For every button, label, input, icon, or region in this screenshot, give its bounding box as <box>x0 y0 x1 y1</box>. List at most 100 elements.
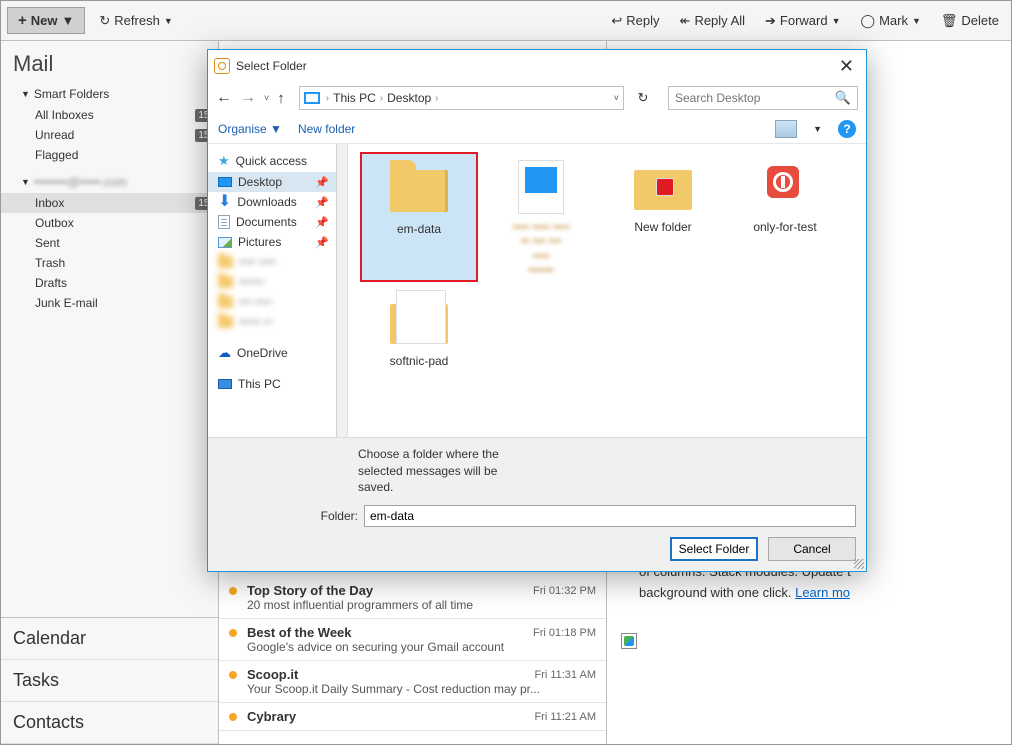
folder-icon <box>218 256 233 268</box>
sidebar-item-trash[interactable]: Trash <box>1 253 218 273</box>
list-item[interactable]: CybraryFri 11:21 AM <box>219 703 606 731</box>
learn-link[interactable]: Learn mo <box>795 585 850 600</box>
nav-blurred[interactable]: •••• •••• <box>208 252 347 272</box>
breadcrumb[interactable]: › This PC › Desktop › ˅ <box>299 86 624 110</box>
history-caret-icon[interactable]: ˅ <box>264 93 269 103</box>
list-item[interactable]: Best of the WeekGoogle's advice on secur… <box>219 619 606 661</box>
label: OneDrive <box>237 346 288 360</box>
mark-button[interactable]: ◯Mark▼ <box>855 9 927 33</box>
sidebar-item-sent[interactable]: Sent <box>1 233 218 253</box>
text: background with one click. <box>639 585 795 600</box>
refresh-icon: ↻ <box>99 13 110 29</box>
trash-icon: 🗑 <box>941 13 958 29</box>
folder-item-softnic-pad[interactable]: softnic-pad <box>360 286 478 416</box>
sidebar-item-drafts[interactable]: Drafts <box>1 273 218 293</box>
label: Trash <box>35 256 65 270</box>
up-button[interactable]: ↑ <box>277 90 285 107</box>
nav-pictures[interactable]: Pictures📌 <box>208 232 347 252</box>
view-button[interactable] <box>775 120 797 138</box>
nav-desktop[interactable]: Desktop 📌 <box>208 172 347 192</box>
label: Organise <box>218 122 267 136</box>
sidebar: Mail ▼Smart Folders All Inboxes150 Unrea… <box>1 41 219 744</box>
nav-downloads[interactable]: ⬇Downloads📌 <box>208 192 347 212</box>
item-time: Fri 11:31 AM <box>534 669 596 681</box>
unread-dot-icon <box>229 713 237 721</box>
folder-icon <box>218 316 233 328</box>
label: This PC <box>238 377 281 391</box>
reply-button[interactable]: ↩Reply <box>605 9 665 33</box>
smart-folders-header[interactable]: ▼Smart Folders <box>1 83 218 105</box>
new-folder-button[interactable]: New folder <box>298 122 355 136</box>
bottom-tab-tasks[interactable]: Tasks <box>1 660 218 702</box>
dialog-bottom: Choose a folder where the selected messa… <box>208 437 866 571</box>
folder-item-only-for-test[interactable]: only-for-test <box>726 152 844 282</box>
select-folder-dialog: Select Folder ✕ ← → ˅ ↑ › This PC › Desk… <box>207 49 867 572</box>
search-box[interactable]: 🔍 <box>668 86 858 110</box>
folder-input[interactable] <box>364 505 856 527</box>
plus-icon: + <box>18 12 27 29</box>
sidebar-item-all-inboxes[interactable]: All Inboxes150 <box>1 105 218 125</box>
sidebar-item-junk[interactable]: Junk E-mail <box>1 293 218 313</box>
caret-down-icon[interactable]: ▼ <box>813 124 822 134</box>
list-item[interactable]: Top Story of the Day20 most influential … <box>219 577 606 619</box>
caret-down-icon: ▼ <box>21 89 30 99</box>
document-icon <box>218 215 230 229</box>
sidebar-item-inbox[interactable]: Inbox150 <box>1 193 218 213</box>
nav-tree: ★Quick access Desktop 📌 ⬇Downloads📌 Docum… <box>208 144 348 437</box>
sidebar-item-unread[interactable]: Unread150 <box>1 125 218 145</box>
star-icon: ★ <box>218 153 230 169</box>
caret-down-icon: ▼ <box>21 177 30 187</box>
refresh-button[interactable]: ↻ Refresh ▼ <box>93 9 178 33</box>
help-button[interactable]: ? <box>838 120 856 138</box>
resize-handle[interactable] <box>854 559 864 569</box>
delete-button[interactable]: 🗑Delete <box>935 9 1005 33</box>
pin-icon: 📌 <box>315 196 329 209</box>
item-label: em-data <box>397 222 441 236</box>
breadcrumb-item[interactable]: Desktop <box>387 91 431 105</box>
label: •••• •••• <box>239 255 276 269</box>
refresh-button[interactable]: ↻ <box>632 90 654 106</box>
back-button[interactable]: ← <box>216 89 232 107</box>
bottom-tab-calendar[interactable]: Calendar <box>1 618 218 660</box>
nav-blurred[interactable]: ••••• •• <box>208 312 347 332</box>
folder-icon <box>634 168 692 210</box>
label: ••• •••• <box>239 295 272 309</box>
download-icon: ⬇ <box>218 197 231 207</box>
sidebar-item-outbox[interactable]: Outbox <box>1 213 218 233</box>
sidebar-item-flagged[interactable]: Flagged <box>1 145 218 165</box>
cancel-button[interactable]: Cancel <box>768 537 856 561</box>
search-icon[interactable]: 🔍 <box>835 90 851 106</box>
folder-item-new-folder[interactable]: New folder <box>604 152 722 282</box>
breadcrumb-item[interactable]: This PC <box>333 91 376 105</box>
bottom-tab-contacts[interactable]: Contacts <box>1 702 218 744</box>
folder-item-blurred[interactable]: •••• •••• •••••• ••• ••••••••••••• <box>482 152 600 282</box>
unread-dot-icon <box>229 587 237 595</box>
folder-item-em-data[interactable]: em-data <box>360 152 478 282</box>
forward-button[interactable]: → <box>240 89 256 107</box>
label: Pictures <box>238 235 281 249</box>
nav-documents[interactable]: Documents📌 <box>208 212 347 232</box>
folder-icon <box>390 170 448 212</box>
list-item[interactable]: Scoop.itYour Scoop.it Daily Summary - Co… <box>219 661 606 703</box>
select-folder-button[interactable]: Select Folder <box>670 537 758 561</box>
organise-button[interactable]: Organise ▼ <box>218 122 282 136</box>
item-preview: Your Scoop.it Daily Summary - Cost reduc… <box>247 682 596 696</box>
search-input[interactable] <box>675 91 835 105</box>
breadcrumb-caret-icon[interactable]: ˅ <box>614 93 619 103</box>
label: Desktop <box>238 175 282 189</box>
nav-onedrive[interactable]: ☁OneDrive <box>208 342 347 364</box>
nav-quick-access[interactable]: ★Quick access <box>208 150 347 172</box>
chevron-right-icon: › <box>435 93 438 104</box>
close-button[interactable]: ✕ <box>833 56 860 77</box>
nav-bar: ← → ˅ ↑ › This PC › Desktop › ˅ ↻ 🔍 <box>208 82 866 114</box>
pin-icon: 📌 <box>315 176 329 189</box>
nav-blurred[interactable]: ••• •••• <box>208 292 347 312</box>
forward-button[interactable]: ➔Forward▼ <box>759 9 847 33</box>
nav-thispc[interactable]: This PC <box>208 374 347 394</box>
reply-all-button[interactable]: ↞Reply All <box>674 9 751 33</box>
new-button[interactable]: + New ▼ <box>7 7 85 34</box>
nav-blurred[interactable]: •••••• <box>208 272 347 292</box>
delete-label: Delete <box>961 13 999 28</box>
account-header[interactable]: ▼••••••••@•••••.com <box>1 171 218 193</box>
label: Inbox <box>35 196 64 210</box>
